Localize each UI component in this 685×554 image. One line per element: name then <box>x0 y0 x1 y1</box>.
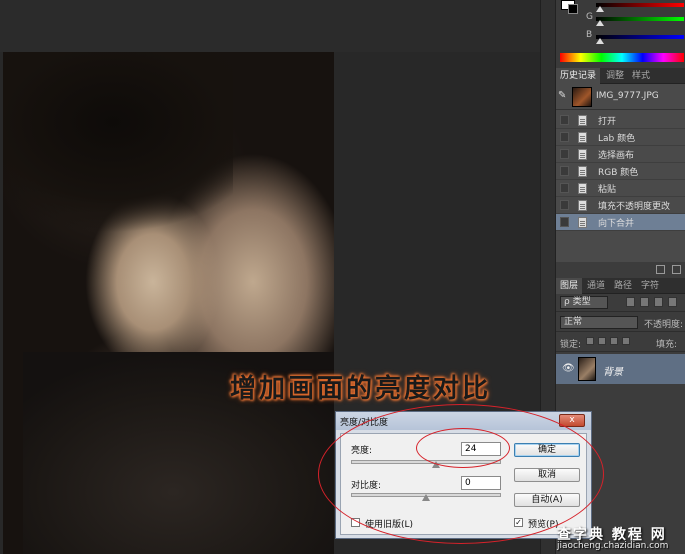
blend-mode-select[interactable]: 正常 <box>560 316 638 329</box>
document-icon <box>578 149 587 160</box>
history-item-open[interactable]: 打开 <box>556 112 685 129</box>
lock-position-icon[interactable] <box>610 337 618 345</box>
document-icon <box>578 132 587 143</box>
color-slider-b-label: B <box>586 30 593 40</box>
history-item-rgb[interactable]: RGB 颜色 <box>556 163 685 180</box>
history-list: 打开 Lab 颜色 选择画布 RGB 颜色 粘贴 填充不透明度更改 向下合并 <box>556 112 685 231</box>
lock-transparent-icon[interactable] <box>586 337 594 345</box>
color-slider-g[interactable]: G <box>586 12 684 26</box>
filter-type-icon[interactable] <box>654 297 663 307</box>
history-item-lab[interactable]: Lab 颜色 <box>556 129 685 146</box>
document-icon <box>578 183 587 194</box>
opacity-label: 不透明度: <box>644 320 684 330</box>
history-footer <box>556 262 685 276</box>
tab-paths[interactable]: 路径 <box>610 278 636 294</box>
filter-shape-icon[interactable] <box>668 297 677 307</box>
layer-thumbnail <box>578 357 596 381</box>
history-source-box[interactable] <box>560 115 569 125</box>
filter-pixel-icon[interactable] <box>626 297 635 307</box>
color-slider-b[interactable]: B <box>586 30 684 44</box>
fill-label: 填充: <box>656 340 678 350</box>
tab-character[interactable]: 字符 <box>637 278 663 294</box>
color-slider-r[interactable] <box>586 0 684 12</box>
watermark-url: jiaocheng.chazidian.com <box>557 541 669 551</box>
eye-icon[interactable]: 👁 <box>562 363 575 374</box>
lock-label: 锁定: <box>560 340 582 350</box>
history-item-label: 选择画布 <box>598 151 635 161</box>
history-source-box[interactable] <box>560 132 569 142</box>
color-spectrum[interactable] <box>560 53 684 62</box>
tab-channels[interactable]: 通道 <box>583 278 609 294</box>
color-slider-b-bar <box>596 35 684 39</box>
filter-adjust-icon[interactable] <box>640 297 649 307</box>
photo-hair-shadow <box>3 52 233 252</box>
document-icon <box>578 200 587 211</box>
layer-name: 背景 <box>603 367 623 378</box>
history-source-box[interactable] <box>560 200 569 210</box>
color-slider-r-bar <box>596 3 684 7</box>
document-icon <box>578 115 587 126</box>
history-item-label: Lab 颜色 <box>598 134 636 144</box>
lock-image-icon[interactable] <box>598 337 606 345</box>
history-source-box[interactable] <box>560 166 569 176</box>
document-icon <box>578 166 587 177</box>
history-source-box[interactable] <box>560 183 569 193</box>
history-source-box[interactable] <box>560 217 569 227</box>
history-snapshot[interactable]: ✎ IMG_9777.JPG <box>556 84 685 110</box>
history-panel: ✎ IMG_9777.JPG 打开 Lab 颜色 选择画布 RGB 颜色 粘贴 … <box>556 84 685 262</box>
trash-icon[interactable] <box>672 265 681 274</box>
layers-tabs: 图层 通道 路径 字符 <box>556 278 685 294</box>
snapshot-thumbnail <box>572 87 592 107</box>
color-panel: G B <box>556 0 685 68</box>
tab-adjustments[interactable]: 调整 <box>602 68 628 84</box>
layer-background[interactable]: 👁 背景 <box>556 354 685 384</box>
document-photo[interactable] <box>3 52 334 554</box>
history-item-label: 填充不透明度更改 <box>598 202 671 212</box>
background-swatch[interactable] <box>568 4 578 14</box>
watermark: 查字典 教程 网 jiaocheng.chazidian.com <box>557 524 685 554</box>
tab-styles[interactable]: 样式 <box>628 68 654 84</box>
history-item-fill-opacity[interactable]: 填充不透明度更改 <box>556 197 685 214</box>
new-snapshot-icon[interactable] <box>656 265 665 274</box>
color-slider-g-label: G <box>586 12 593 22</box>
layers-filter-row: ρ 类型 <box>556 294 685 312</box>
color-slider-b-thumb[interactable] <box>596 38 604 44</box>
document-icon <box>578 217 587 228</box>
color-slider-g-bar <box>596 17 684 21</box>
history-tabs: 历史记录 调整 样式 <box>556 68 685 84</box>
history-item-label: 打开 <box>598 117 617 127</box>
snapshot-name: IMG_9777.JPG <box>596 91 659 101</box>
layers-lock-row: 锁定: 填充: <box>556 334 685 352</box>
lock-all-icon[interactable] <box>622 337 630 345</box>
history-item-label: RGB 颜色 <box>598 168 639 178</box>
history-item-paste[interactable]: 粘贴 <box>556 180 685 197</box>
tab-history[interactable]: 历史记录 <box>556 68 601 84</box>
history-item-label: 粘贴 <box>598 185 617 195</box>
tutorial-caption: 增加画面的亮度对比 <box>230 374 492 404</box>
history-brush-icon: ✎ <box>558 90 567 101</box>
history-source-box[interactable] <box>560 149 569 159</box>
color-slider-g-thumb[interactable] <box>596 20 604 26</box>
layers-blend-row: 正常 不透明度: <box>556 314 685 332</box>
layer-filter-select[interactable]: ρ 类型 <box>560 296 608 309</box>
annotation-ring-brightness <box>416 428 510 468</box>
tab-layers[interactable]: 图层 <box>556 278 583 294</box>
annotation-ring-dialog <box>318 404 604 544</box>
history-item-merge-down[interactable]: 向下合并 <box>556 214 685 231</box>
history-item-canvas[interactable]: 选择画布 <box>556 146 685 163</box>
history-item-label: 向下合并 <box>598 219 635 229</box>
canvas-top-strip <box>0 0 553 52</box>
